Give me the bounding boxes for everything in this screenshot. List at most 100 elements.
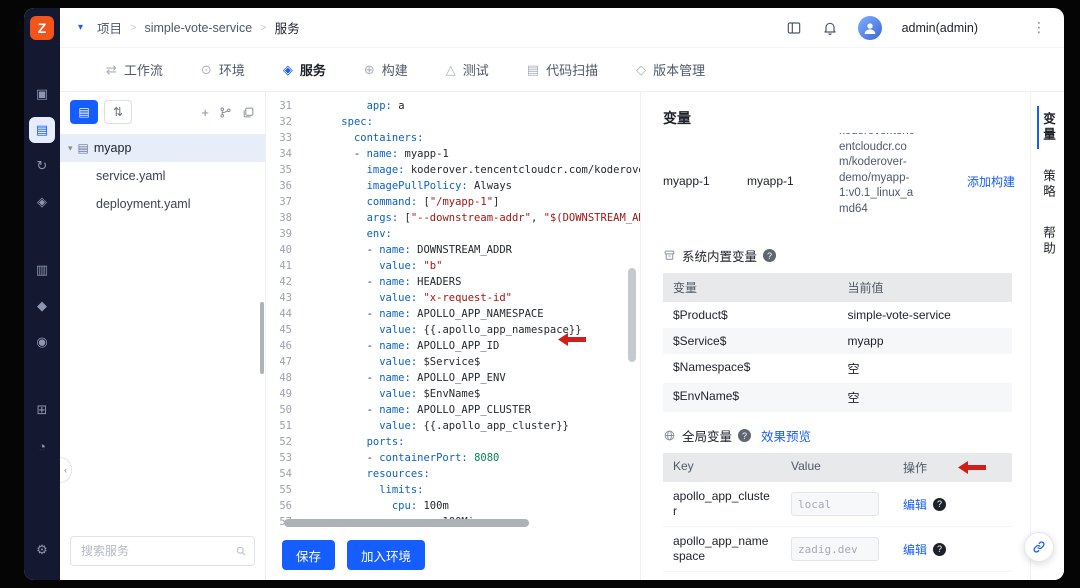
global-var-value-input[interactable]	[791, 537, 879, 561]
tree-toolbar: ▤ ⇅ +	[60, 100, 265, 132]
file-view-button[interactable]: ▤	[70, 100, 98, 124]
users-icon[interactable]: ◉	[29, 329, 55, 355]
projects-icon[interactable]: ▤	[29, 117, 55, 143]
help-icon[interactable]: ?	[738, 429, 751, 442]
settings-gear-icon[interactable]: ⚙	[29, 537, 55, 563]
breadcrumb: 项目>simple-vote-service>服务	[97, 18, 300, 37]
editor-code[interactable]: app: a spec: containers: - name: myapp-1…	[302, 98, 640, 530]
tree-item-myapp[interactable]: ▾ ▤ myapp	[60, 134, 265, 162]
tab-service[interactable]: ◈ 服务	[283, 60, 326, 79]
preview-link[interactable]: 效果预览	[761, 426, 811, 445]
service-icon: ▤	[78, 141, 89, 155]
system-vars-section-head: 系统内置变量 ?	[663, 246, 1012, 265]
panel-title: 变量	[663, 108, 1012, 128]
code-scan-icon: ▤	[527, 62, 539, 78]
system-vars-body: $Product$simple-vote-service$Service$mya…	[663, 302, 1012, 412]
search-input[interactable]	[70, 536, 255, 566]
clipboard-icon[interactable]: ▥	[29, 257, 55, 283]
help-icon[interactable]: ?	[763, 249, 776, 262]
container-name: myapp-1	[663, 174, 741, 188]
editor-horizontal-scrollbar[interactable]	[284, 519, 529, 527]
global-var-value-input[interactable]	[791, 492, 879, 516]
tab-label: 测试	[463, 60, 489, 79]
tab-environment[interactable]: ⊙环境	[201, 60, 245, 79]
right-tab-1[interactable]: 变量	[1037, 106, 1058, 149]
link-float-button[interactable]	[1024, 532, 1054, 562]
global-var-key: apollo_app_cluster	[663, 482, 781, 526]
editor-footer: 保存 加入环境	[266, 530, 640, 580]
sort-button[interactable]: ⇅	[104, 100, 132, 124]
system-vars-table: 变量当前值 $Product$simple-vote-service$Servi…	[663, 273, 1012, 412]
build-row: myapp-1 myapp-1 koderover.tencentcloudcr…	[663, 130, 1012, 232]
tree-item-deployment.yaml[interactable]: deployment.yaml	[60, 190, 265, 218]
zadig-logo[interactable]: Z	[30, 16, 54, 40]
tree-scrollbar[interactable]	[260, 302, 264, 374]
right-tab-2[interactable]: 策略	[1037, 163, 1058, 206]
editor-gutter: 3132333435363738394041424344454647484950…	[266, 98, 302, 530]
dashboard-icon[interactable]: ▣	[29, 81, 55, 107]
kebab-menu-icon[interactable]: ⋮	[1032, 19, 1046, 36]
tree-item-label: service.yaml	[96, 169, 165, 183]
global-var-row: apollo_app_cluster 编辑?	[663, 482, 1012, 527]
tree-item-label: deployment.yaml	[96, 197, 191, 211]
system-var-row: $Product$simple-vote-service	[663, 302, 1012, 328]
layers-icon[interactable]	[242, 106, 255, 119]
app-window: Z ▣ ▤ ↻ ◈ ▥ ◆ ◉ ⊞ ◔ ⚙ ▾ 项目>si	[24, 8, 1064, 580]
join-env-button[interactable]: 加入环境	[347, 540, 425, 570]
tab-label: 代码扫描	[546, 60, 598, 79]
tab-label: 构建	[382, 60, 408, 79]
project-switcher-caret-icon[interactable]: ▾	[78, 22, 83, 33]
delivery-icon[interactable]: ↻	[29, 153, 55, 179]
system-var-row: $Namespace$空	[663, 354, 1012, 383]
tab-label: 版本管理	[653, 60, 705, 79]
tab-test[interactable]: △测试	[446, 60, 489, 79]
version-icon: ◇	[636, 62, 646, 78]
right-tab-strip: 变量策略帮助	[1030, 92, 1064, 580]
breadcrumb-item[interactable]: 项目	[97, 18, 122, 37]
tree-item-label: myapp	[94, 141, 132, 155]
top-bar: ▾ 项目>simple-vote-service>服务 admin(admin)…	[60, 8, 1064, 48]
stats-icon[interactable]: ◔	[29, 433, 55, 459]
tab-build[interactable]: ⊕ 构建	[364, 60, 408, 79]
ops-monitor-icon[interactable]: ⊞	[29, 397, 55, 423]
editor-vertical-scrollbar[interactable]	[628, 268, 636, 362]
save-button[interactable]: 保存	[282, 540, 335, 570]
help-icon[interactable]: ?	[933, 543, 946, 556]
tab-code-scan[interactable]: ▤ 代码扫描	[527, 60, 598, 79]
breadcrumb-item: 服务	[275, 18, 300, 37]
edit-link[interactable]: 编辑	[903, 541, 927, 558]
tab-workflow[interactable]: ⇄工作流	[106, 60, 163, 79]
left-rail: Z ▣ ▤ ↻ ◈ ▥ ◆ ◉ ⊞ ◔ ⚙	[24, 8, 60, 580]
tab-bar: ⇄工作流 ⊙环境 ◈ 服务 ⊕ 构建 △测试 ▤ 代码扫描 ◇ 版本管理	[60, 48, 1064, 92]
tree-item-service.yaml[interactable]: service.yaml	[60, 162, 265, 190]
environment-icon: ⊙	[201, 62, 212, 78]
image-value: koderover.tencentcloudcr.com/koderover-d…	[839, 133, 961, 217]
chevron-down-icon[interactable]: ▾	[68, 143, 73, 154]
help-icon[interactable]: ?	[933, 498, 946, 511]
add-service-icon[interactable]: +	[201, 105, 209, 120]
breadcrumb-item[interactable]: simple-vote-service	[144, 21, 252, 35]
service-tree-panel: ▤ ⇅ + ▾▤myappservice.yamldeployme	[60, 92, 266, 580]
add-build-link[interactable]: 添加构建	[967, 173, 1015, 190]
avatar[interactable]	[858, 16, 882, 40]
system-var-row: $EnvName$空	[663, 383, 1012, 412]
artifacts-icon[interactable]: ◈	[29, 189, 55, 215]
panel-layout-icon[interactable]	[786, 20, 802, 36]
topbar-right: admin(admin) ⋮	[786, 16, 1046, 40]
branch-icon[interactable]	[219, 106, 232, 119]
global-vars-body: apollo_app_cluster编辑?apollo_app_namespac…	[663, 482, 1012, 572]
username[interactable]: admin(admin)	[902, 21, 978, 35]
edit-link[interactable]: 编辑	[903, 496, 927, 513]
shield-icon[interactable]: ◆	[29, 293, 55, 319]
notification-bell-icon[interactable]	[822, 20, 838, 36]
code-editor[interactable]: 3132333435363738394041424344454647484950…	[266, 92, 640, 530]
global-var-key: apollo_app_namespace	[663, 527, 781, 571]
annotation-arrow-editor	[558, 333, 586, 346]
build-icon: ⊕	[364, 62, 375, 78]
right-tab-3[interactable]: 帮助	[1037, 220, 1058, 263]
tab-version[interactable]: ◇ 版本管理	[636, 60, 705, 79]
global-var-row: apollo_app_namespace 编辑?	[663, 527, 1012, 572]
system-vars-header: 变量当前值	[663, 273, 1012, 302]
tab-label: 服务	[300, 60, 326, 79]
service-icon: ◈	[283, 62, 293, 78]
